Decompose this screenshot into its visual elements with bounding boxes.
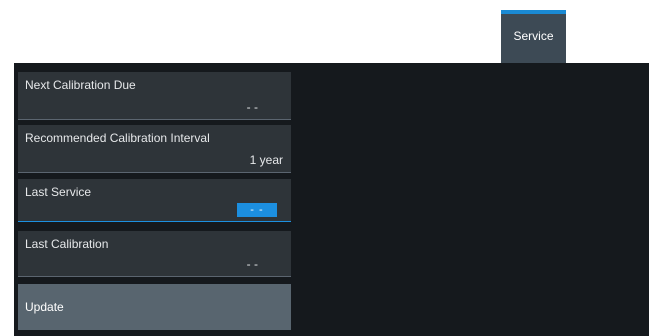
last-service-field[interactable]: Last Service - - — [18, 179, 291, 222]
recommended-calibration-interval-value: 1 year — [249, 153, 283, 167]
next-calibration-due-value: - - — [246, 100, 258, 114]
last-service-value[interactable]: - - — [237, 203, 277, 217]
tab-service[interactable]: Service — [501, 10, 566, 63]
tab-service-label: Service — [513, 28, 554, 43]
tab-bar: Service — [0, 0, 649, 63]
last-calibration-label: Last Calibration — [25, 237, 109, 251]
last-calibration-value: - - — [246, 257, 258, 271]
recommended-calibration-interval-field[interactable]: Recommended Calibration Interval 1 year — [18, 125, 291, 173]
next-calibration-due-field[interactable]: Next Calibration Due - - — [18, 72, 291, 120]
next-calibration-due-label: Next Calibration Due — [25, 78, 136, 92]
last-calibration-field[interactable]: Last Calibration - - — [18, 231, 291, 277]
service-panel: Next Calibration Due - - Recommended Cal… — [14, 63, 649, 336]
recommended-calibration-interval-label: Recommended Calibration Interval — [25, 131, 210, 145]
last-service-label: Last Service — [25, 185, 92, 199]
update-button[interactable]: Update — [18, 284, 291, 330]
